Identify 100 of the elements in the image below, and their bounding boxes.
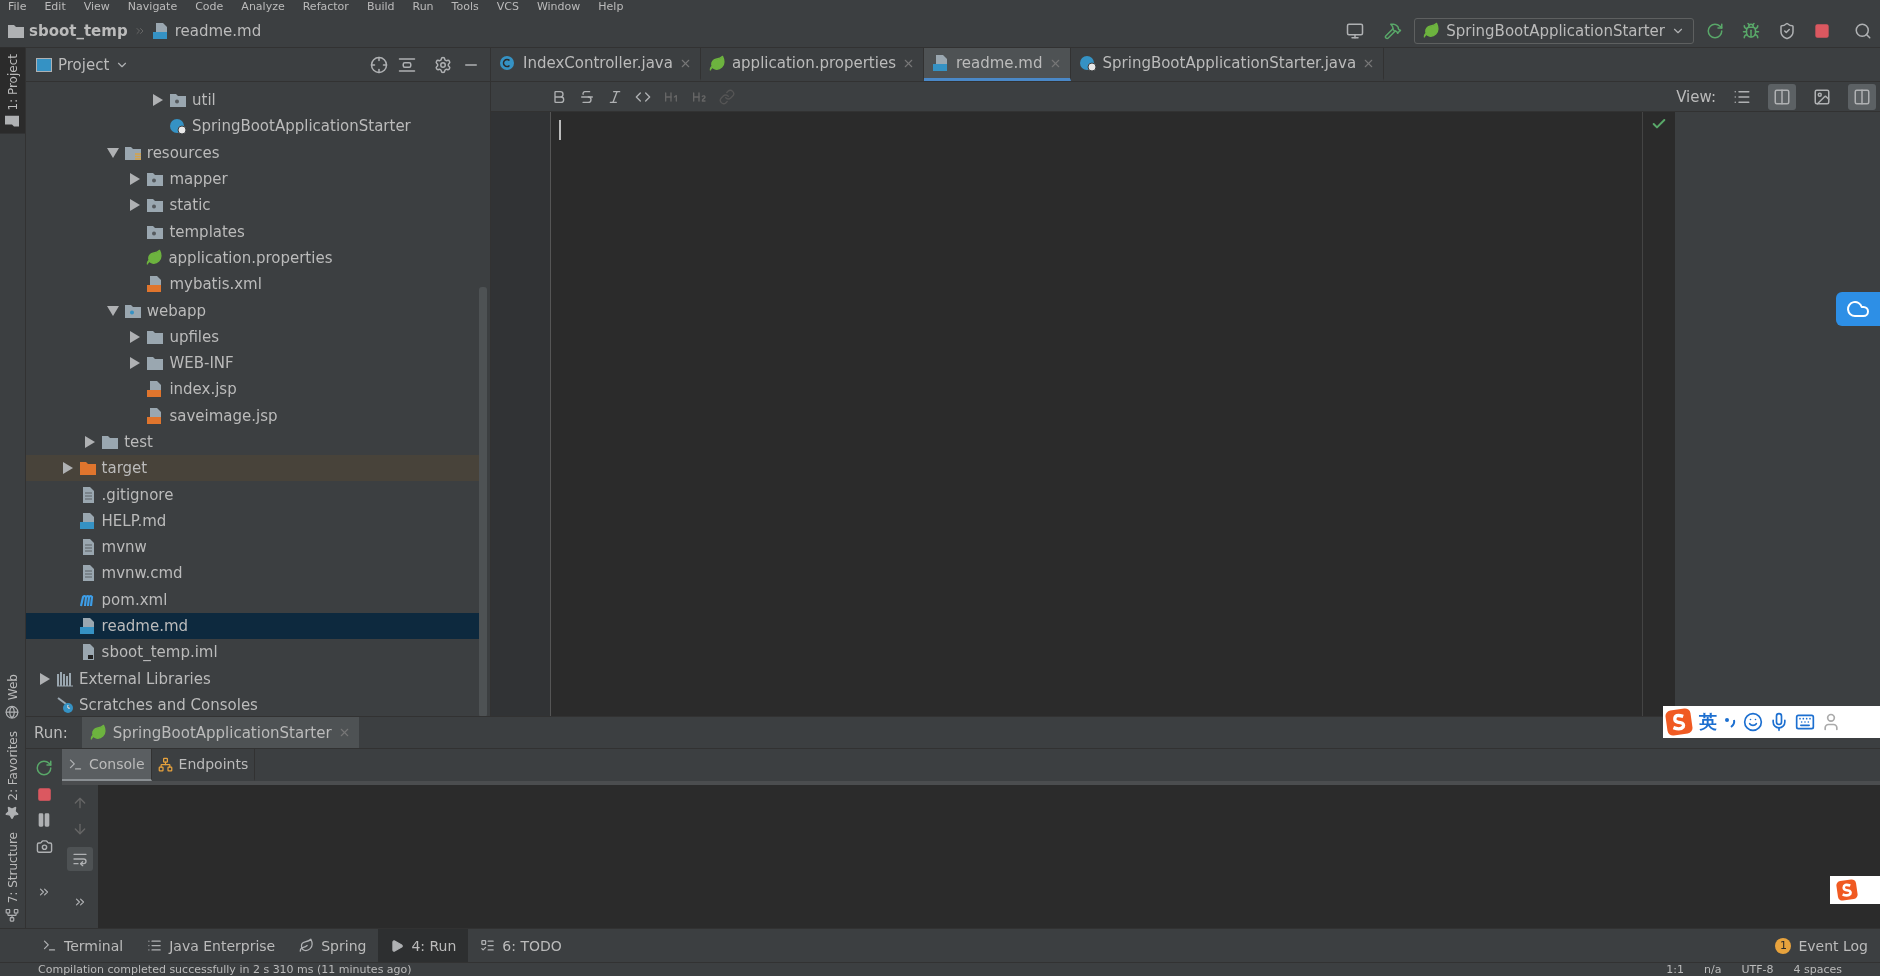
stop-icon[interactable] [1814, 22, 1830, 39]
collapsed-arrow-icon[interactable] [130, 330, 141, 343]
tool-window-tab[interactable]: Java Enterprise [135, 929, 288, 962]
tree-row[interactable]: upfiles [26, 323, 483, 350]
collapsed-arrow-icon[interactable] [130, 357, 141, 370]
indent-setting[interactable]: 4 spaces [1793, 963, 1842, 976]
menu-item[interactable]: VCS [496, 0, 519, 14]
collapsed-arrow-icon[interactable] [62, 462, 73, 475]
ime-mini-bar[interactable] [1830, 876, 1880, 904]
caret-position[interactable]: 1:1 [1666, 963, 1684, 976]
tree-row[interactable]: static [26, 192, 483, 219]
scrollbar[interactable] [479, 287, 487, 716]
project-view-select[interactable]: Project [36, 55, 130, 74]
tree-item-label: External Libraries [79, 669, 211, 688]
editor-tab[interactable]: SpringBootApplicationStarter.java [1070, 48, 1385, 81]
collapse-icon[interactable] [398, 55, 416, 74]
menu-item[interactable]: File [8, 0, 27, 14]
tree-row[interactable]: application.properties [26, 244, 483, 272]
collapsed-arrow-icon[interactable] [153, 94, 163, 107]
editor-tab[interactable]: readme.md [923, 48, 1071, 81]
soft-wrap-button[interactable] [67, 847, 93, 871]
tree-row[interactable]: templates [26, 218, 483, 245]
tree-row[interactable]: WEB-INF [26, 349, 483, 377]
side-tab[interactable]: 1: Project [0, 48, 25, 134]
event-log-tab[interactable]: 1 Event Log [1763, 929, 1880, 962]
italic-icon[interactable] [607, 88, 623, 105]
menu-item[interactable]: Help [598, 0, 624, 14]
tree-row[interactable]: webapp [26, 297, 483, 324]
tree-row[interactable]: resources [26, 139, 483, 166]
view-mode-button[interactable] [1768, 83, 1796, 110]
rerun-icon[interactable] [35, 759, 53, 777]
menu-item[interactable]: View [83, 0, 110, 14]
stop-icon[interactable] [36, 787, 52, 802]
menu-item[interactable]: Code [195, 0, 224, 14]
cloud-button[interactable] [1836, 292, 1880, 326]
collapsed-arrow-icon[interactable] [130, 199, 141, 212]
tree-row[interactable]: sboot_temp.iml [26, 639, 483, 666]
rerun-icon[interactable] [1706, 21, 1724, 40]
strikethrough-icon[interactable] [579, 88, 595, 105]
coverage-icon[interactable] [1778, 21, 1796, 40]
tree-row[interactable]: test [26, 428, 483, 456]
screen-icon[interactable] [1346, 21, 1365, 40]
debug-icon[interactable] [1742, 21, 1760, 40]
sync-scroll-button[interactable] [1848, 83, 1876, 110]
tree-row[interactable]: util [26, 87, 483, 114]
menu-item[interactable]: Refactor [302, 0, 349, 14]
ime-language[interactable]: 英 [1699, 710, 1717, 734]
tree-row[interactable]: .gitignore [26, 481, 483, 508]
tree-row[interactable]: External Libraries [26, 665, 483, 692]
more-icon[interactable] [37, 885, 51, 899]
menu-item[interactable]: Edit [44, 0, 66, 14]
build-icon[interactable] [1384, 21, 1403, 40]
tool-window-tab[interactable]: Spring [287, 929, 379, 962]
breadcrumb-item[interactable]: readme.md [151, 21, 262, 40]
console-tab[interactable]: Console [62, 749, 152, 781]
menu-item[interactable]: Build [366, 0, 395, 14]
collapsed-arrow-icon[interactable] [85, 436, 96, 448]
settings-icon[interactable] [434, 55, 452, 74]
menu-item[interactable]: Window [536, 0, 581, 14]
tool-window-tab[interactable]: 4: Run [378, 929, 469, 962]
locate-icon[interactable] [370, 55, 388, 74]
search-icon[interactable] [1854, 21, 1872, 40]
tree-row[interactable]: saveimage.jsp [26, 402, 483, 429]
file-encoding[interactable]: UTF-8 [1741, 963, 1774, 976]
side-tab[interactable]: 7: Structure [0, 825, 25, 928]
menu-item[interactable]: Navigate [127, 0, 178, 14]
tool-window-tab[interactable]: 6: TODO [468, 929, 574, 962]
collapsed-arrow-icon[interactable] [40, 672, 50, 685]
tree-row[interactable]: HELP.md [26, 507, 483, 535]
collapsed-arrow-icon[interactable] [130, 173, 141, 186]
line-separator[interactable]: n/a [1704, 963, 1722, 976]
tree-row[interactable]: mvnw [26, 534, 483, 561]
side-tab[interactable]: Web [0, 667, 25, 725]
menu-item[interactable]: Tools [451, 0, 479, 14]
expanded-arrow-icon[interactable] [106, 305, 119, 316]
editor-tab[interactable]: IndexController.java [491, 48, 701, 81]
tree-row[interactable]: mvnw.cmd [26, 560, 483, 587]
bold-icon[interactable] [551, 88, 567, 105]
expanded-arrow-icon[interactable] [106, 147, 119, 158]
breadcrumb-item[interactable]: sboot_temp [8, 21, 128, 40]
menu-item[interactable]: Run [412, 0, 434, 14]
tool-window-tab[interactable]: Terminal [30, 929, 136, 962]
more-icon[interactable] [73, 895, 87, 909]
tree-row[interactable]: Scratches and Consoles [26, 691, 483, 716]
run-configuration-select[interactable]: SpringBootApplicationStarter [1414, 17, 1694, 44]
emoji-icon[interactable] [1743, 712, 1763, 732]
editor-tab[interactable]: application.properties [700, 48, 924, 81]
microphone-icon[interactable] [1769, 712, 1789, 732]
status-message: Compilation completed successfully in 2 s 310 ms (11 minutes ago) [38, 963, 412, 976]
tree-row[interactable]: SpringBootApplicationStarter [26, 113, 483, 140]
run-tab[interactable]: SpringBootApplicationStarter [81, 717, 359, 748]
keyboard-icon[interactable] [1795, 712, 1815, 732]
tree-row[interactable]: mybatis.xml [26, 271, 483, 298]
menu-item[interactable]: Analyze [241, 0, 285, 14]
tree-row[interactable]: pom.xml [26, 586, 483, 613]
tree-row[interactable]: mapper [26, 165, 483, 193]
pause-icon[interactable] [36, 812, 52, 828]
camera-icon[interactable] [35, 838, 53, 855]
side-tab[interactable]: 2: Favorites [0, 724, 25, 826]
tree-row[interactable]: index.jsp [26, 376, 483, 403]
